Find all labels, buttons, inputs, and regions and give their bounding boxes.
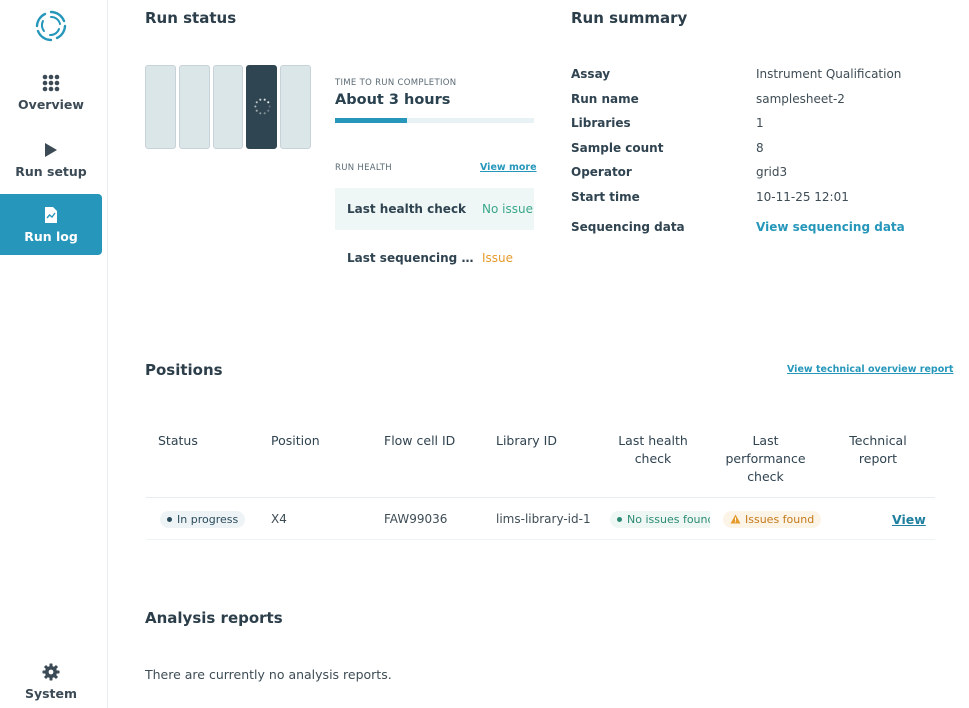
flow-cell-slot[interactable] [145, 65, 176, 149]
health-row-value: Issue [482, 251, 514, 265]
positions-title: Positions [145, 361, 223, 379]
sidebar-item-label: Run setup [15, 163, 87, 179]
column-header-status[interactable]: Status [158, 432, 198, 450]
loading-spinner-icon [254, 98, 272, 115]
performance-check-badge-label: Issues found [745, 512, 815, 526]
sidebar-item-label: Overview [18, 96, 84, 112]
summary-key: Sample count [571, 141, 664, 155]
run-progress-bar [335, 118, 534, 123]
document-icon [44, 206, 58, 224]
view-technical-report-link[interactable]: View [892, 512, 926, 527]
summary-value: Instrument Qualification [756, 67, 902, 81]
time-to-completion-value: About 3 hours [335, 92, 451, 108]
column-header-technical-report[interactable]: Technical report [836, 432, 920, 468]
sidebar: Overview Run setup Run log System [0, 0, 108, 708]
column-header-position[interactable]: Position [271, 432, 320, 450]
health-row-last-sequencing-performance: Last sequencing perf... Issue [335, 237, 534, 279]
view-technical-overview-report-link[interactable]: View technical overview report [787, 364, 953, 375]
play-icon [44, 141, 58, 159]
summary-key: Run name [571, 92, 639, 106]
summary-value: samplesheet-2 [756, 92, 845, 106]
column-header-last-health-check[interactable]: Last health check [612, 432, 694, 468]
flow-cell-slot[interactable] [212, 65, 244, 149]
column-header-library-id[interactable]: Library ID [496, 432, 557, 450]
status-badge-label: In progress [177, 512, 239, 526]
app-logo-icon [33, 8, 69, 44]
summary-value: 8 [756, 141, 764, 155]
last-performance-check-cell: Issues found [723, 498, 822, 540]
analysis-reports-empty-message: There are currently no analysis reports. [145, 667, 392, 682]
health-row-last-health-check: Last health check No issue [335, 188, 534, 230]
column-header-flow-cell-id[interactable]: Flow cell ID [384, 432, 455, 450]
flow-cell-slot[interactable] [280, 65, 311, 149]
health-row-value: No issue [482, 202, 533, 216]
run-status-title: Run status [145, 9, 237, 27]
summary-key: Operator [571, 165, 632, 179]
run-progress-fill [335, 118, 407, 123]
status-dot-icon [167, 516, 172, 522]
summary-key: Sequencing data [571, 220, 685, 234]
run-health-label: RUN HEALTH [335, 163, 392, 173]
flow-cell-positions [145, 65, 311, 149]
warning-icon [730, 514, 741, 524]
column-header-last-performance-check[interactable]: Last performance check [719, 432, 812, 486]
summary-key: Start time [571, 190, 640, 204]
ok-dot-icon [617, 516, 622, 522]
summary-value: grid3 [756, 165, 788, 179]
flow-cell-slot[interactable] [178, 65, 210, 149]
sidebar-item-label: Run log [24, 228, 78, 244]
summary-key: Libraries [571, 116, 631, 130]
gear-icon [42, 663, 60, 681]
sidebar-item-label: System [24, 686, 78, 701]
health-check-badge-label: No issues found [627, 512, 710, 526]
last-health-check-cell: No issues found [610, 498, 710, 540]
library-id-cell: lims-library-id-1 [496, 512, 591, 526]
health-row-label: Last sequencing perf... [347, 251, 482, 265]
view-more-link[interactable]: View more [480, 162, 537, 173]
summary-key: Assay [571, 67, 611, 81]
grid-icon [42, 74, 60, 92]
sidebar-item-overview[interactable]: Overview [0, 62, 102, 123]
flow-cell-slot[interactable] [246, 65, 278, 149]
flow-cell-id-cell: FAW99036 [384, 512, 448, 526]
status-cell: In progress [160, 498, 246, 540]
sidebar-item-run-log[interactable]: Run log [0, 194, 102, 255]
view-sequencing-data-link[interactable]: View sequencing data [756, 220, 905, 234]
summary-value: 10-11-25 12:01 [756, 190, 849, 204]
health-row-label: Last health check [347, 202, 467, 216]
sidebar-item-system[interactable]: System [0, 656, 102, 708]
analysis-reports-title: Analysis reports [145, 609, 283, 627]
table-header: Status Position Flow cell ID Library ID … [146, 418, 935, 498]
sidebar-item-run-setup[interactable]: Run setup [0, 129, 102, 190]
position-cell: X4 [271, 512, 287, 526]
health-check-badge: No issues found [610, 510, 710, 528]
table-row[interactable]: In progress X4 FAW99036 lims-library-id-… [146, 498, 935, 540]
performance-check-badge: Issues found [723, 510, 822, 528]
time-to-completion-label: TIME TO RUN COMPLETION [335, 78, 457, 88]
technical-report-cell: View [892, 498, 926, 540]
summary-value: 1 [756, 116, 764, 130]
run-summary-title: Run summary [571, 9, 688, 27]
status-badge: In progress [160, 510, 246, 528]
